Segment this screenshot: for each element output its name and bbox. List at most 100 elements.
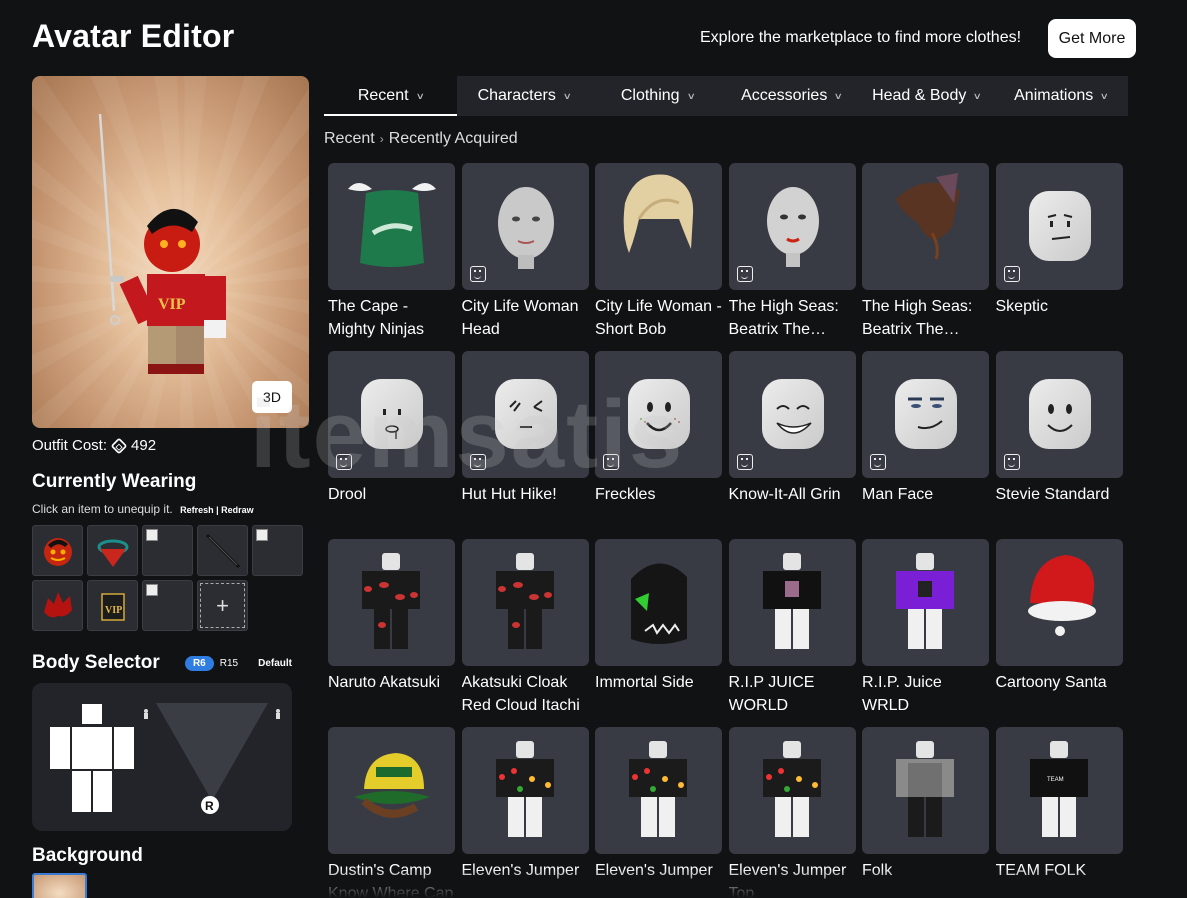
body-head-part [82, 704, 102, 724]
item-thumbnail[interactable] [595, 351, 722, 478]
item-thumbnail[interactable] [995, 539, 1123, 666]
add-item-button[interactable]: + [200, 583, 245, 628]
svg-text:VIP: VIP [105, 605, 122, 616]
worn-item-bandana[interactable] [87, 525, 138, 576]
catalog-item[interactable]: Immortal Side [595, 539, 722, 727]
outfit-cost-label: Outfit Cost: [32, 437, 108, 454]
face-badge-icon [336, 454, 352, 470]
robux-icon [110, 437, 128, 454]
body-left-leg-part [72, 771, 91, 812]
red-hair-icon [43, 591, 72, 617]
item-thumbnail[interactable] [328, 539, 455, 666]
catalog-item[interactable]: R.I.P JUICE WORLD [728, 539, 856, 727]
cap-icon [354, 753, 430, 818]
item-thumbnail[interactable] [728, 539, 856, 666]
catalog-item[interactable]: Stevie Standard [995, 351, 1123, 539]
item-name: The High Seas: Beatrix The Pirate Queen … [728, 298, 839, 338]
catalog-item[interactable]: Know-It-All Grin [728, 351, 856, 539]
catalog-item[interactable]: Drool [328, 351, 455, 539]
body-selector-title: Body Selector [32, 652, 160, 673]
item-thumbnail[interactable] [328, 727, 455, 854]
item-thumbnail[interactable] [328, 351, 455, 478]
chevron-down-icon: ∨ [562, 90, 572, 101]
chevron-down-icon: ∨ [415, 90, 425, 101]
get-more-button[interactable]: Get More [1048, 19, 1136, 58]
worn-item-broken-image[interactable] [142, 580, 193, 631]
catalog-item[interactable]: Cartoony Santa [995, 539, 1123, 727]
item-thumbnail[interactable] [728, 727, 856, 854]
worn-item-red-hair[interactable] [32, 580, 83, 631]
tab-recent[interactable]: Recent ∨ [324, 76, 457, 116]
r6-option[interactable]: R6 [184, 655, 214, 671]
refresh-redraw-link[interactable]: Refresh | Redraw [180, 505, 254, 515]
item-thumbnail[interactable] [461, 539, 589, 666]
tab-characters[interactable]: Characters ∨ [457, 76, 591, 116]
catalog-item[interactable]: The High Seas: Beatrix The Pirate Queen … [862, 163, 989, 351]
default-body-button[interactable]: Default [258, 658, 292, 669]
item-thumbnail[interactable] [862, 351, 989, 478]
catalog-item[interactable]: City Life Woman - Short Bob [595, 163, 722, 351]
currently-wearing-title: Currently Wearing [32, 471, 197, 492]
item-thumbnail[interactable] [728, 351, 856, 478]
outfit-akatsuki-icon [362, 553, 420, 649]
background-option-selected[interactable] [32, 873, 87, 898]
catalog-item[interactable]: Naruto Akatsuki [328, 539, 455, 727]
catalog-item[interactable]: R.I.P. Juice WRLD [862, 539, 989, 727]
item-thumbnail[interactable]: TEAM [995, 727, 1123, 854]
item-name: Immortal Side [595, 674, 694, 691]
tab-head-body[interactable]: Head & Body ∨ [859, 76, 994, 116]
add-item-tile[interactable]: + [197, 580, 248, 631]
item-thumbnail[interactable] [728, 163, 856, 290]
item-thumbnail[interactable] [595, 539, 722, 666]
item-thumbnail[interactable] [595, 727, 722, 854]
outfit-black-icon [762, 553, 821, 649]
tab-animations[interactable]: Animations ∨ [994, 76, 1128, 116]
worn-item-broken-image[interactable] [252, 525, 303, 576]
face-badge-icon [469, 454, 486, 470]
outfit-cost-value: 492 [131, 437, 157, 454]
toggle-3d-button[interactable]: 3D [252, 381, 292, 413]
outfit-jumper-icon [762, 741, 821, 837]
tab-accessories[interactable]: Accessories ∨ [724, 76, 859, 116]
catalog-item[interactable]: Freckles [595, 351, 722, 539]
item-thumbnail[interactable] [995, 163, 1123, 290]
item-thumbnail[interactable] [862, 163, 989, 290]
worn-item-broken-image[interactable] [142, 525, 193, 576]
item-name: Know-It-All Grin [728, 486, 841, 503]
item-name: The Cape - Mighty Ninjas [328, 298, 425, 338]
tab-label: Animations [1014, 87, 1094, 104]
item-thumbnail[interactable] [995, 351, 1123, 478]
background-title: Background [32, 845, 143, 866]
rig-type-toggle[interactable]: R6 R15 Default [184, 655, 292, 671]
svg-text:VIP: VIP [158, 296, 186, 313]
body-proportions-graphic: R [50, 703, 280, 814]
item-thumbnail[interactable] [862, 727, 989, 854]
catalog-item[interactable]: Man Face [862, 351, 989, 539]
item-thumbnail[interactable] [328, 163, 455, 290]
catalog-item[interactable]: Skeptic [995, 163, 1123, 351]
chevron-down-icon: ∨ [973, 90, 983, 101]
catalog-item[interactable]: The High Seas: Beatrix The Pirate Queen … [728, 163, 856, 351]
body-right-arm-part [114, 727, 134, 769]
catalog-item[interactable]: Akatsuki Cloak Red Cloud Itachi [461, 539, 589, 727]
item-thumbnail[interactable] [595, 163, 722, 290]
catalog-item[interactable]: The Cape - Mighty Ninjas [328, 163, 455, 351]
hair-bob-icon [623, 174, 694, 253]
item-thumbnail[interactable] [461, 727, 589, 854]
item-name: R.I.P. Juice WRLD [862, 674, 942, 714]
avatar-preview[interactable]: VIP 3D [32, 76, 309, 428]
catalog-item[interactable]: Hut Hut Hike! [461, 351, 589, 539]
tab-clothing[interactable]: Clothing ∨ [591, 76, 724, 116]
item-thumbnail[interactable] [461, 163, 589, 290]
item-name: R.I.P JUICE WORLD [728, 674, 815, 714]
body-selector-panel[interactable]: R [32, 683, 292, 831]
breadcrumb-root[interactable]: Recent [324, 130, 375, 148]
worn-item-vip-shirt[interactable]: VIP [87, 580, 138, 631]
item-thumbnail[interactable] [862, 539, 989, 666]
r15-option[interactable]: R15 [220, 658, 238, 669]
worn-item-sword[interactable] [197, 525, 248, 576]
item-thumbnail[interactable] [461, 351, 589, 478]
catalog-item[interactable]: City Life Woman Head [461, 163, 589, 351]
worn-item-pumpkin-head[interactable] [32, 525, 83, 576]
body-left-arm-part [50, 727, 70, 769]
